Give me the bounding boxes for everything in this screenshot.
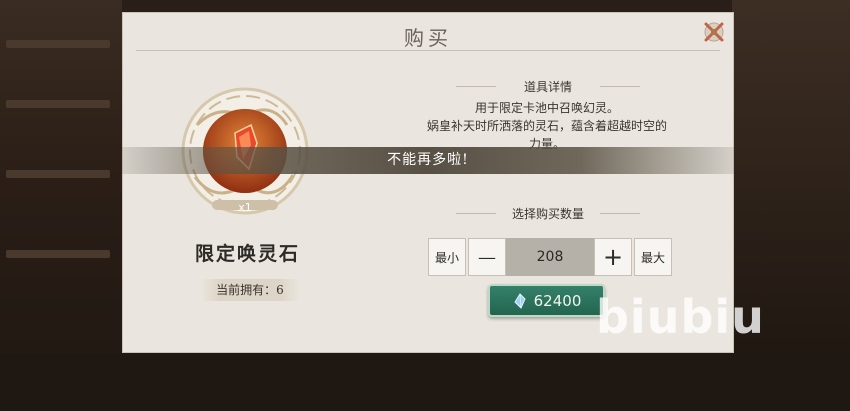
background-shelf [6,100,110,108]
background-left-scene [0,0,122,411]
limit-message: 不能再多啦! [387,152,469,168]
background-right-scene [732,0,850,411]
owned-count: 当前拥有：6 [200,279,300,301]
watermark: biubiu [596,290,765,344]
buy-button[interactable]: 62400 [488,284,605,317]
description-line: 用于限定卡池中召唤幻灵。 [474,101,619,115]
close-button[interactable] [700,18,728,46]
limit-banner: 不能再多啦! [122,147,734,174]
background-floor [0,353,850,411]
background-shelf [6,170,110,178]
title-divider [136,50,720,51]
quantity-header: 选择购买数量 [448,205,648,222]
close-icon [704,22,724,42]
description-line: 娲皇补天时所洒落的灵石，蕴含着超越时空的 [426,119,667,133]
background-shelf [6,40,110,48]
decrease-button[interactable]: — [468,238,506,276]
max-button[interactable]: 最大 [634,238,672,276]
min-button[interactable]: 最小 [428,238,466,276]
spirit-crystal-icon [514,292,526,309]
dialog-title: 购买 [404,26,452,50]
background-shelf [6,250,110,258]
item-description: 用于限定卡池中召唤幻灵。 娲皇补天时所洒落的灵石，蕴含着超越时空的 力量。 [387,99,707,153]
increase-button[interactable]: + [594,238,632,276]
quantity-badge: x1 [238,201,252,214]
details-header: 道具详情 [448,78,648,95]
item-name: 限定唤灵石 [194,243,300,265]
price-label: 62400 [533,291,582,310]
quantity-value[interactable]: 208 [506,238,594,276]
